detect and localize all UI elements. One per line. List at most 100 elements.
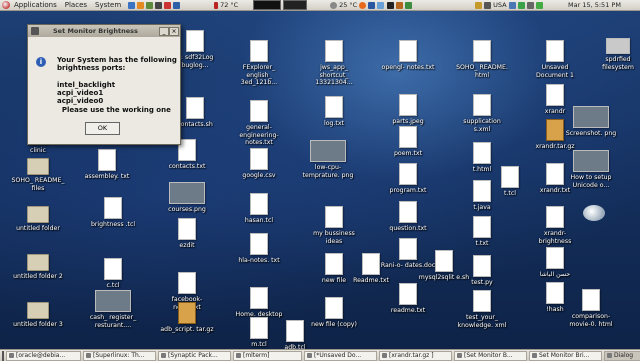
taskbar-button[interactable]: [Synaptic Pack...: [158, 350, 231, 361]
desktop-icon-label: question.txt: [389, 225, 427, 232]
desktop-icon[interactable]: test.py: [454, 255, 510, 287]
volume-icon[interactable]: [526, 1, 534, 9]
taskbar-button[interactable]: [xrandr.tar.gz ]: [379, 350, 452, 361]
launcher-icon[interactable]: [404, 1, 412, 9]
launcher-icon[interactable]: [137, 1, 145, 9]
file-icon: [250, 148, 268, 170]
launcher-icon[interactable]: [128, 1, 135, 9]
message-line: Please use the working one: [57, 105, 171, 114]
desktop-icon[interactable]: How to setup Unicode o...: [563, 150, 619, 189]
network-icon[interactable]: [508, 1, 516, 9]
desktop-icon[interactable]: brightness .tcl: [85, 197, 141, 229]
file-icon: [399, 163, 417, 185]
taskbar-button[interactable]: [Set Monitor B...: [454, 350, 527, 361]
taskbar-button[interactable]: Set Monitor Bri...: [529, 350, 602, 361]
desktop-icon[interactable]: hla-notes. txt: [231, 233, 287, 265]
tray-icon[interactable]: [475, 1, 482, 9]
taskbar-button[interactable]: Dialog: [604, 350, 640, 361]
desktop-icon[interactable]: parts.jpeg: [380, 94, 436, 126]
menu-system[interactable]: System: [91, 1, 125, 9]
file-icon: [98, 149, 116, 171]
desktop-icon[interactable]: supplication s.xml: [454, 94, 510, 133]
desktop-icon[interactable]: comparison- movie-0. html: [563, 289, 619, 328]
launcher-icon[interactable]: [368, 1, 376, 9]
file-icon: [473, 216, 491, 238]
desktop-icon[interactable]: readme.txt: [380, 283, 436, 315]
menu-places[interactable]: Places: [61, 1, 91, 9]
taskbar-button[interactable]: [mlterm]: [233, 350, 302, 361]
desktop-icon[interactable]: hasan.tcl: [231, 193, 287, 225]
file-icon: [325, 297, 343, 319]
desktop-icon[interactable]: SOHO_ README. html: [454, 40, 510, 79]
desktop-icon[interactable]: google.csv: [231, 148, 287, 180]
dialog-titlebar[interactable]: Set Monitor Brightness _ ×: [28, 25, 180, 37]
desktop-icon[interactable]: Unsaved Document 1: [527, 40, 583, 79]
desktop-icon-label: opengl- notes.txt: [381, 64, 435, 71]
window-menu-icon[interactable]: [31, 27, 39, 35]
desktop-icon[interactable]: spdrfied filesystem: [590, 38, 640, 71]
desktop-icon[interactable]: opengl- notes.txt: [380, 40, 436, 72]
desktop-icon-label: cash_ register_ resturant....: [89, 314, 137, 329]
desktop-icon-label: untitled folder 3: [13, 321, 63, 328]
desktop[interactable]: clinic SOHO_ README_ files untitled folder…: [0, 10, 640, 349]
desktop-icon[interactable]: test_your_ knowledge. xml: [454, 290, 510, 329]
close-button[interactable]: ×: [169, 27, 179, 36]
device-icon: [606, 38, 630, 54]
taskbar-button[interactable]: [Superlinux: Th...: [83, 350, 156, 361]
desktop-icon[interactable]: program.txt: [380, 163, 436, 195]
desktop-icon[interactable]: adb.tcl: [267, 320, 323, 349]
menu-applications[interactable]: Applications: [10, 1, 61, 9]
desktop-icon[interactable]: c.tcl: [85, 258, 141, 290]
desktop-icon[interactable]: log.txt: [306, 96, 362, 128]
desktop-icon[interactable]: poem.txt: [380, 126, 436, 158]
taskbar-button[interactable]: [oracle@debia...: [6, 350, 81, 361]
file-icon: [473, 40, 491, 62]
desktop-icon[interactable]: untitled folder: [10, 206, 66, 233]
desktop-icon[interactable]: adb_script. tar.gz: [159, 302, 215, 334]
launcher-icon[interactable]: [155, 1, 163, 9]
keyboard-layout[interactable]: USA: [493, 1, 506, 9]
tray-icon[interactable]: [484, 1, 492, 9]
launcher-icon[interactable]: [146, 1, 154, 9]
desktop-icon[interactable]: untitled folder 2: [10, 254, 66, 281]
desktop-icon[interactable]: assembley. txt: [79, 149, 135, 181]
image-icon: [95, 290, 131, 312]
desktop-icon[interactable]: low-cpu- temprature. png: [300, 140, 356, 179]
battery-icon[interactable]: [535, 1, 543, 9]
desktop-icon-label: my bussiness ideas: [313, 230, 355, 245]
launcher-icon[interactable]: [173, 1, 181, 9]
desktop-icon[interactable]: courses.png: [159, 182, 215, 214]
file-icon: [546, 247, 564, 269]
launcher-icon[interactable]: [395, 1, 403, 9]
chat-icon[interactable]: [517, 1, 525, 9]
desktop-icon[interactable]: Screenshot. png: [563, 106, 619, 138]
desktop-icon[interactable]: jws_app_ shortcut_ 13321304...: [306, 40, 362, 87]
desktop-icon[interactable]: general- engineering- notes.txt: [231, 100, 287, 147]
firefox-icon[interactable]: [359, 1, 367, 9]
desktop-icon[interactable]: FExplorer_ english_ 3ed_121b...: [231, 40, 287, 87]
desktop-icon-label: spdrfied filesystem: [602, 56, 634, 71]
file-icon: [250, 287, 268, 309]
desktop-icon[interactable]: cash_ register_ resturant....: [85, 290, 141, 329]
desktop-icon[interactable]: t.txt: [454, 216, 510, 248]
desktop-icon[interactable]: حسن الباشا: [527, 247, 583, 279]
terminal-icon[interactable]: [386, 1, 394, 9]
desktop-icon[interactable]: question.txt: [380, 201, 436, 233]
ok-button[interactable]: OK: [85, 122, 120, 135]
desktop-icon[interactable]: untitled folder 3: [10, 302, 66, 329]
desktop-icon[interactable]: ezdit: [159, 218, 215, 250]
minimize-button[interactable]: _: [159, 27, 169, 36]
launcher-icon[interactable]: [164, 1, 172, 9]
desktop-icon[interactable]: Home. desktop: [231, 287, 287, 319]
desktop-icon[interactable]: xrandr- brightness: [527, 206, 583, 245]
app-menu-icon[interactable]: [2, 1, 10, 9]
clock[interactable]: Mar 15, 5:51 PM: [568, 1, 621, 9]
desktop-icon-label: ezdit: [179, 242, 195, 249]
desktop-icon[interactable]: SOHO_ README_ files: [10, 158, 66, 192]
launcher-icon[interactable]: [377, 1, 385, 9]
file-icon: [250, 317, 268, 339]
file-icon: [250, 193, 268, 215]
desktop-icon-label: courses.png: [168, 206, 206, 213]
desktop-icon[interactable]: my bussiness ideas: [306, 206, 362, 245]
taskbar-button[interactable]: [*Unsaved Do...: [304, 350, 377, 361]
